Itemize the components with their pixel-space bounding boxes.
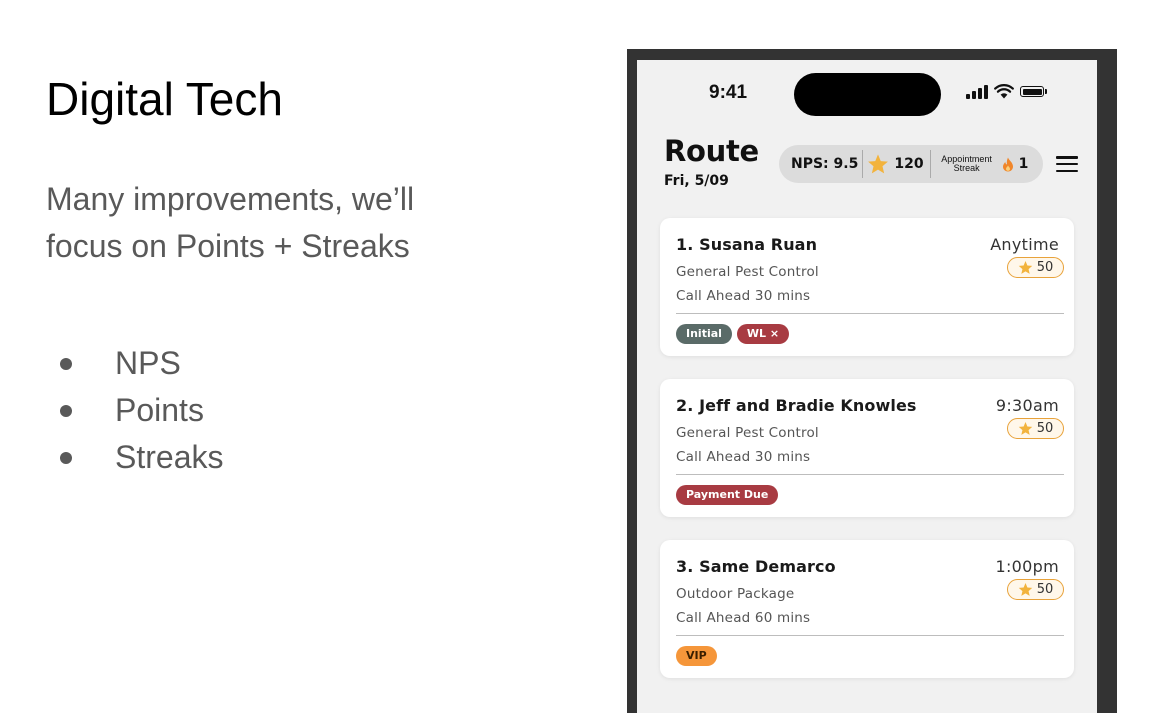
streak-label: Appointment Streak bbox=[941, 154, 992, 173]
star-icon bbox=[868, 154, 889, 174]
bullet-text: Streaks bbox=[115, 439, 224, 475]
appointment-card[interactable]: 1. Susana Ruan Anytime General Pest Cont… bbox=[660, 218, 1074, 356]
bullet-dot-icon bbox=[60, 451, 72, 464]
star-icon bbox=[1018, 421, 1032, 435]
battery-icon bbox=[1020, 86, 1047, 97]
tag-initial: Initial bbox=[676, 324, 732, 344]
bullet-dot-icon bbox=[60, 357, 72, 370]
signal-icon bbox=[966, 84, 988, 99]
service-type: General Pest Control bbox=[676, 264, 819, 280]
bullet-list: NPS Points Streaks bbox=[60, 340, 223, 481]
points-badge: 50 bbox=[1007, 418, 1064, 439]
appointment-time: 1:00pm bbox=[995, 557, 1059, 576]
tag-wl[interactable]: WL × bbox=[736, 324, 790, 344]
card-divider bbox=[676, 313, 1064, 314]
points-value: 50 bbox=[1036, 582, 1054, 597]
stats-pill[interactable]: NPS: 9.5 120 Appointment Streak 1 bbox=[779, 145, 1043, 183]
dynamic-island bbox=[794, 73, 941, 116]
points-value: 50 bbox=[1036, 260, 1054, 275]
customer-name: 1. Susana Ruan bbox=[676, 235, 818, 254]
hamburger-menu-icon[interactable] bbox=[1056, 156, 1078, 172]
page-title: Route bbox=[664, 134, 759, 168]
phone-screen: 9:41 Route Fri, 5/09 NPS: 9.5 120 Appoin… bbox=[637, 60, 1097, 713]
star-icon bbox=[1018, 260, 1032, 274]
appointment-card[interactable]: 3. Same Demarco 1:00pm Outdoor Package C… bbox=[660, 540, 1074, 678]
call-ahead: Call Ahead 60 mins bbox=[676, 610, 811, 626]
bullet-text: Points bbox=[115, 392, 204, 428]
phone-mockup: 9:41 Route Fri, 5/09 NPS: 9.5 120 Appoin… bbox=[627, 49, 1117, 713]
flame-icon bbox=[1002, 157, 1013, 171]
service-type: Outdoor Package bbox=[676, 586, 795, 602]
appointment-time: Anytime bbox=[990, 235, 1059, 254]
status-time: 9:41 bbox=[709, 82, 748, 103]
customer-name: 2. Jeff and Bradie Knowles bbox=[676, 396, 917, 415]
points-value: 50 bbox=[1036, 421, 1054, 436]
tag-vip: VIP bbox=[676, 646, 717, 666]
nps-score: NPS: 9.5 bbox=[791, 156, 859, 172]
bullet-dot-icon bbox=[60, 404, 72, 417]
bullet-item: Streaks bbox=[60, 434, 223, 481]
bullet-item: NPS bbox=[60, 340, 223, 387]
stats-divider bbox=[929, 150, 931, 178]
customer-name: 3. Same Demarco bbox=[676, 557, 836, 576]
tag-list: Initial WL × bbox=[676, 324, 790, 344]
card-divider bbox=[676, 474, 1064, 475]
tag-payment-due: Payment Due bbox=[676, 485, 779, 505]
call-ahead: Call Ahead 30 mins bbox=[676, 449, 811, 465]
slide-title: Digital Tech bbox=[46, 73, 283, 125]
points-badge: 50 bbox=[1007, 257, 1064, 278]
tag-list: VIP bbox=[676, 646, 717, 666]
appointment-time: 9:30am bbox=[995, 396, 1059, 415]
status-icons bbox=[966, 84, 1047, 99]
route-date: Fri, 5/09 bbox=[664, 173, 729, 189]
bullet-text: NPS bbox=[115, 345, 181, 381]
star-icon bbox=[1018, 582, 1032, 596]
service-type: General Pest Control bbox=[676, 425, 819, 441]
streak-count: 1 bbox=[1018, 156, 1029, 172]
wifi-icon bbox=[994, 84, 1014, 99]
card-divider bbox=[676, 635, 1064, 636]
tag-list: Payment Due bbox=[676, 485, 779, 505]
appointment-card[interactable]: 2. Jeff and Bradie Knowles 9:30am Genera… bbox=[660, 379, 1074, 517]
points-total: 120 bbox=[894, 156, 924, 172]
points-badge: 50 bbox=[1007, 579, 1064, 600]
stats-divider bbox=[862, 150, 864, 178]
call-ahead: Call Ahead 30 mins bbox=[676, 288, 811, 304]
bullet-item: Points bbox=[60, 387, 223, 434]
slide-subtitle: Many improvements, we’ll focus on Points… bbox=[46, 181, 415, 264]
